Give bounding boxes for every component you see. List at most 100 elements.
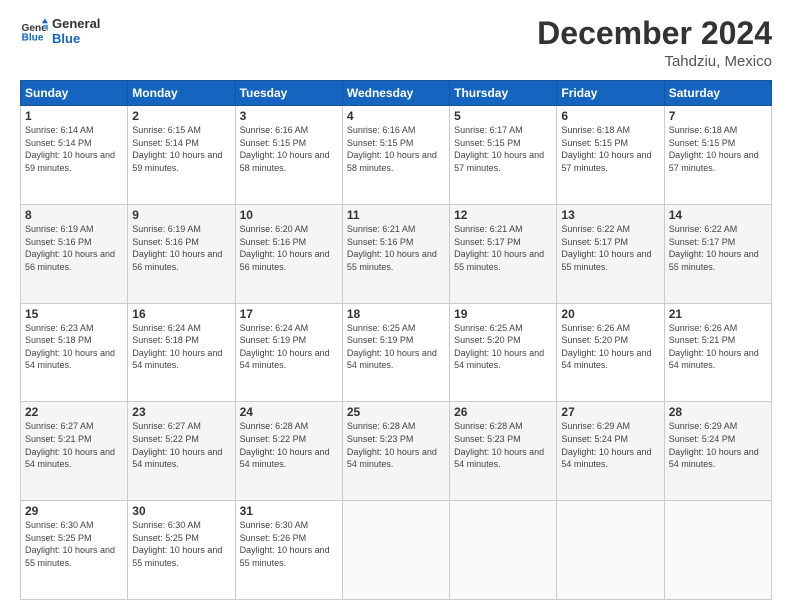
day-number: 21 <box>669 307 767 321</box>
table-row: 22Sunrise: 6:27 AMSunset: 5:21 PMDayligh… <box>21 402 128 501</box>
day-number: 31 <box>240 504 338 518</box>
subtitle: Tahdziu, Mexico <box>537 53 772 70</box>
header-friday: Friday <box>557 81 664 106</box>
day-info: Sunrise: 6:28 AMSunset: 5:23 PMDaylight:… <box>454 420 552 470</box>
day-info: Sunrise: 6:16 AMSunset: 5:15 PMDaylight:… <box>347 124 445 174</box>
day-number: 27 <box>561 405 659 419</box>
table-row: 2Sunrise: 6:15 AMSunset: 5:14 PMDaylight… <box>128 106 235 205</box>
day-number: 16 <box>132 307 230 321</box>
table-row: 27Sunrise: 6:29 AMSunset: 5:24 PMDayligh… <box>557 402 664 501</box>
day-info: Sunrise: 6:29 AMSunset: 5:24 PMDaylight:… <box>669 420 767 470</box>
day-number: 18 <box>347 307 445 321</box>
calendar-page: General Blue General Blue December 2024 … <box>0 0 792 612</box>
calendar-week-row: 8Sunrise: 6:19 AMSunset: 5:16 PMDaylight… <box>21 204 772 303</box>
day-number: 19 <box>454 307 552 321</box>
table-row: 26Sunrise: 6:28 AMSunset: 5:23 PMDayligh… <box>450 402 557 501</box>
day-number: 3 <box>240 109 338 123</box>
calendar-week-row: 22Sunrise: 6:27 AMSunset: 5:21 PMDayligh… <box>21 402 772 501</box>
day-info: Sunrise: 6:15 AMSunset: 5:14 PMDaylight:… <box>132 124 230 174</box>
table-row: 6Sunrise: 6:18 AMSunset: 5:15 PMDaylight… <box>557 106 664 205</box>
table-row: 30Sunrise: 6:30 AMSunset: 5:25 PMDayligh… <box>128 501 235 600</box>
logo-text-blue: Blue <box>52 31 100 46</box>
day-number: 13 <box>561 208 659 222</box>
calendar-week-row: 15Sunrise: 6:23 AMSunset: 5:18 PMDayligh… <box>21 303 772 402</box>
day-info: Sunrise: 6:28 AMSunset: 5:23 PMDaylight:… <box>347 420 445 470</box>
table-row: 25Sunrise: 6:28 AMSunset: 5:23 PMDayligh… <box>342 402 449 501</box>
table-row: 1Sunrise: 6:14 AMSunset: 5:14 PMDaylight… <box>21 106 128 205</box>
day-info: Sunrise: 6:28 AMSunset: 5:22 PMDaylight:… <box>240 420 338 470</box>
day-number: 10 <box>240 208 338 222</box>
day-info: Sunrise: 6:26 AMSunset: 5:20 PMDaylight:… <box>561 322 659 372</box>
table-row: 18Sunrise: 6:25 AMSunset: 5:19 PMDayligh… <box>342 303 449 402</box>
day-info: Sunrise: 6:14 AMSunset: 5:14 PMDaylight:… <box>25 124 123 174</box>
table-row: 19Sunrise: 6:25 AMSunset: 5:20 PMDayligh… <box>450 303 557 402</box>
logo-text-general: General <box>52 16 100 31</box>
day-info: Sunrise: 6:22 AMSunset: 5:17 PMDaylight:… <box>669 223 767 273</box>
header-sunday: Sunday <box>21 81 128 106</box>
day-info: Sunrise: 6:19 AMSunset: 5:16 PMDaylight:… <box>132 223 230 273</box>
day-number: 4 <box>347 109 445 123</box>
table-row: 31Sunrise: 6:30 AMSunset: 5:26 PMDayligh… <box>235 501 342 600</box>
table-row: 21Sunrise: 6:26 AMSunset: 5:21 PMDayligh… <box>664 303 771 402</box>
day-number: 29 <box>25 504 123 518</box>
day-info: Sunrise: 6:25 AMSunset: 5:20 PMDaylight:… <box>454 322 552 372</box>
day-number: 6 <box>561 109 659 123</box>
day-number: 1 <box>25 109 123 123</box>
day-number: 5 <box>454 109 552 123</box>
day-info: Sunrise: 6:24 AMSunset: 5:18 PMDaylight:… <box>132 322 230 372</box>
main-title: December 2024 <box>537 16 772 51</box>
day-info: Sunrise: 6:17 AMSunset: 5:15 PMDaylight:… <box>454 124 552 174</box>
header-saturday: Saturday <box>664 81 771 106</box>
table-row: 9Sunrise: 6:19 AMSunset: 5:16 PMDaylight… <box>128 204 235 303</box>
table-row <box>342 501 449 600</box>
table-row: 7Sunrise: 6:18 AMSunset: 5:15 PMDaylight… <box>664 106 771 205</box>
table-row: 24Sunrise: 6:28 AMSunset: 5:22 PMDayligh… <box>235 402 342 501</box>
header-monday: Monday <box>128 81 235 106</box>
svg-text:Blue: Blue <box>22 32 44 43</box>
day-info: Sunrise: 6:21 AMSunset: 5:16 PMDaylight:… <box>347 223 445 273</box>
day-number: 7 <box>669 109 767 123</box>
day-number: 17 <box>240 307 338 321</box>
header: General Blue General Blue December 2024 … <box>20 16 772 70</box>
day-number: 24 <box>240 405 338 419</box>
header-tuesday: Tuesday <box>235 81 342 106</box>
table-row: 4Sunrise: 6:16 AMSunset: 5:15 PMDaylight… <box>342 106 449 205</box>
day-info: Sunrise: 6:29 AMSunset: 5:24 PMDaylight:… <box>561 420 659 470</box>
day-number: 15 <box>25 307 123 321</box>
day-number: 20 <box>561 307 659 321</box>
table-row: 12Sunrise: 6:21 AMSunset: 5:17 PMDayligh… <box>450 204 557 303</box>
day-info: Sunrise: 6:23 AMSunset: 5:18 PMDaylight:… <box>25 322 123 372</box>
day-info: Sunrise: 6:30 AMSunset: 5:25 PMDaylight:… <box>25 519 123 569</box>
calendar-week-row: 1Sunrise: 6:14 AMSunset: 5:14 PMDaylight… <box>21 106 772 205</box>
calendar-header-row: Sunday Monday Tuesday Wednesday Thursday… <box>21 81 772 106</box>
table-row: 10Sunrise: 6:20 AMSunset: 5:16 PMDayligh… <box>235 204 342 303</box>
day-number: 26 <box>454 405 552 419</box>
table-row <box>557 501 664 600</box>
day-number: 25 <box>347 405 445 419</box>
table-row: 8Sunrise: 6:19 AMSunset: 5:16 PMDaylight… <box>21 204 128 303</box>
table-row: 11Sunrise: 6:21 AMSunset: 5:16 PMDayligh… <box>342 204 449 303</box>
table-row: 20Sunrise: 6:26 AMSunset: 5:20 PMDayligh… <box>557 303 664 402</box>
title-area: December 2024 Tahdziu, Mexico <box>537 16 772 70</box>
day-info: Sunrise: 6:25 AMSunset: 5:19 PMDaylight:… <box>347 322 445 372</box>
day-info: Sunrise: 6:24 AMSunset: 5:19 PMDaylight:… <box>240 322 338 372</box>
header-wednesday: Wednesday <box>342 81 449 106</box>
day-number: 9 <box>132 208 230 222</box>
day-info: Sunrise: 6:19 AMSunset: 5:16 PMDaylight:… <box>25 223 123 273</box>
table-row: 16Sunrise: 6:24 AMSunset: 5:18 PMDayligh… <box>128 303 235 402</box>
table-row: 3Sunrise: 6:16 AMSunset: 5:15 PMDaylight… <box>235 106 342 205</box>
table-row: 29Sunrise: 6:30 AMSunset: 5:25 PMDayligh… <box>21 501 128 600</box>
day-info: Sunrise: 6:27 AMSunset: 5:22 PMDaylight:… <box>132 420 230 470</box>
calendar-table: Sunday Monday Tuesday Wednesday Thursday… <box>20 80 772 600</box>
day-info: Sunrise: 6:30 AMSunset: 5:26 PMDaylight:… <box>240 519 338 569</box>
day-info: Sunrise: 6:18 AMSunset: 5:15 PMDaylight:… <box>561 124 659 174</box>
table-row <box>664 501 771 600</box>
table-row <box>450 501 557 600</box>
day-info: Sunrise: 6:18 AMSunset: 5:15 PMDaylight:… <box>669 124 767 174</box>
table-row: 15Sunrise: 6:23 AMSunset: 5:18 PMDayligh… <box>21 303 128 402</box>
table-row: 17Sunrise: 6:24 AMSunset: 5:19 PMDayligh… <box>235 303 342 402</box>
header-thursday: Thursday <box>450 81 557 106</box>
logo: General Blue General Blue <box>20 16 100 46</box>
day-number: 11 <box>347 208 445 222</box>
day-number: 12 <box>454 208 552 222</box>
